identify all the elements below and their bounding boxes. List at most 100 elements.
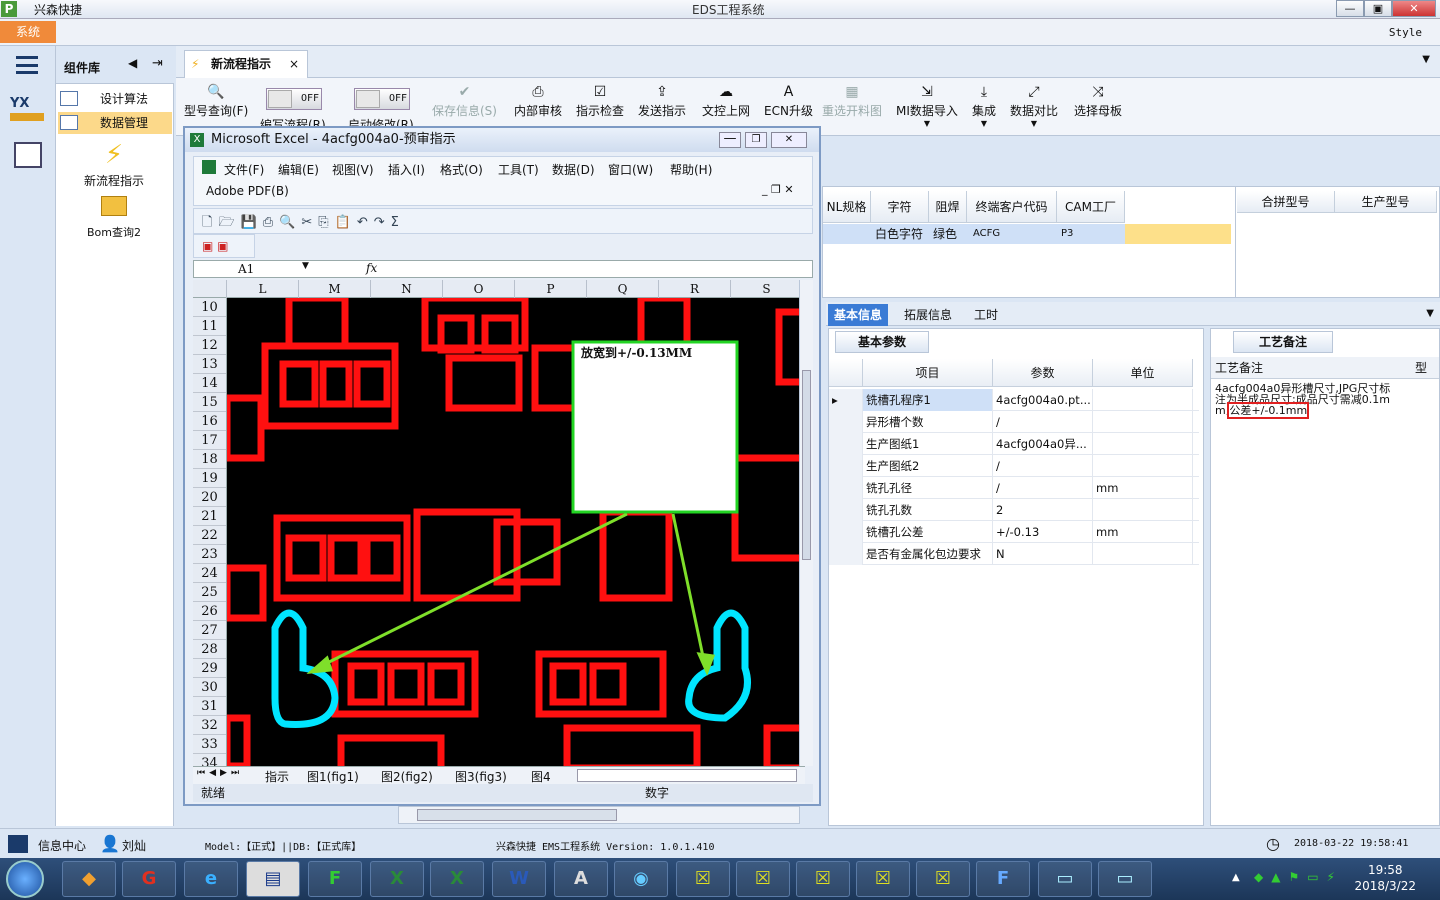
column-header[interactable]: N xyxy=(371,280,443,298)
table-row[interactable]: 铣孔孔数 2 xyxy=(829,499,1199,521)
table-cell-unit[interactable]: mm xyxy=(1093,521,1193,543)
table-cell-item[interactable]: 铣槽孔程序1 xyxy=(863,389,993,411)
save-info-button[interactable]: ✔ 保存信息(S) xyxy=(432,82,497,119)
table-row[interactable]: 生产图纸2/ xyxy=(829,455,1199,477)
sheet-tab[interactable]: 图3(fig3) xyxy=(455,768,507,785)
sheet-tab[interactable]: 图4 xyxy=(531,768,551,785)
select-all-corner[interactable] xyxy=(193,280,227,298)
tabs-dropdown-icon[interactable]: ▼ xyxy=(1426,308,1434,319)
sheet-nav-icons[interactable]: ⏮◀▶⏭ xyxy=(197,768,243,778)
table-cell-item[interactable]: 异形槽个数 xyxy=(863,411,993,433)
tab-new-flow[interactable]: ⚡ 新流程指示 × xyxy=(184,50,308,78)
col-header[interactable]: 终端客户代码 xyxy=(967,191,1057,223)
row-header[interactable]: 17 xyxy=(193,431,226,450)
row-header[interactable]: 22 xyxy=(193,526,226,545)
row-header[interactable]: 10 xyxy=(193,298,226,317)
table-cell-value[interactable]: / xyxy=(993,411,1093,433)
table-row[interactable]: 生产图纸1 4acfg004a0异... xyxy=(829,433,1199,455)
table-cell-unit[interactable] xyxy=(1093,499,1193,521)
sheet-tab[interactable]: 图2(fig2) xyxy=(381,768,433,785)
send-instruction-button[interactable]: ⇪ 发送指示 xyxy=(638,82,686,119)
row-header[interactable]: 24 xyxy=(193,564,226,583)
table-cell-value[interactable]: 2 xyxy=(993,499,1093,521)
row-selector[interactable] xyxy=(829,521,863,543)
row-selector[interactable] xyxy=(829,455,863,477)
column-header[interactable]: S xyxy=(731,280,803,298)
style-menu[interactable]: Style xyxy=(1389,26,1422,39)
table-row[interactable]: 铣孔孔径 / mm xyxy=(829,477,1199,499)
pdf-convert-icon[interactable]: ▣ ▣ xyxy=(202,239,229,253)
hamburger-menu-icon[interactable] xyxy=(16,56,38,74)
row-header[interactable]: 21 xyxy=(193,507,226,526)
excel-vertical-scrollbar[interactable] xyxy=(799,280,813,766)
row-header[interactable]: 34 xyxy=(193,754,226,766)
taskbar-eye-icon[interactable]: ◉ xyxy=(614,861,668,897)
bom-query-shortcut[interactable]: Bom查询2 xyxy=(56,196,172,240)
taskbar-clock[interactable]: 19:58 2018/3/22 xyxy=(1354,862,1416,894)
taskbar-window-icon[interactable]: ☒ xyxy=(736,861,790,897)
menu-file[interactable]: 文件(F) xyxy=(224,161,264,178)
row-header[interactable]: 19 xyxy=(193,469,226,488)
taskbar-window-icon[interactable]: ☒ xyxy=(796,861,850,897)
data-compare-button[interactable]: ⤢ 数据对比 ▼ xyxy=(1010,82,1058,128)
tab-process-note[interactable]: 工艺备注 xyxy=(1233,331,1333,353)
row-selector[interactable]: ▸ xyxy=(829,389,863,411)
menu-adobe-pdf[interactable]: Adobe PDF(B) xyxy=(206,184,289,198)
row-header[interactable]: 29 xyxy=(193,659,226,678)
collapse-left-icon[interactable]: ◀ xyxy=(128,56,137,70)
maximize-button[interactable]: ▣ xyxy=(1364,0,1392,17)
tab-dropdown-icon[interactable]: ▼ xyxy=(1422,54,1430,65)
menu-insert[interactable]: 插入(I) xyxy=(388,161,425,178)
taskbar-ie-icon[interactable]: e xyxy=(184,861,238,897)
excel-horizontal-scrollbar[interactable] xyxy=(577,769,797,782)
table-cell-unit[interactable] xyxy=(1093,455,1193,477)
row-header[interactable]: 30 xyxy=(193,678,226,697)
table-cell-value[interactable]: / xyxy=(993,477,1093,499)
pcb-image[interactable]: 放宽到+/-0.13MM xyxy=(227,298,799,766)
taskbar-excel-icon[interactable]: X xyxy=(370,861,424,897)
tab-close-icon[interactable]: × xyxy=(289,51,299,77)
menu-data[interactable]: 数据(D) xyxy=(552,161,595,178)
taskbar-excel-icon[interactable]: X xyxy=(430,861,484,897)
row-header[interactable]: 16 xyxy=(193,412,226,431)
row-selector[interactable] xyxy=(829,499,863,521)
main-horizontal-scrollbar[interactable] xyxy=(398,806,800,824)
taskbar-window-icon[interactable]: ☒ xyxy=(916,861,970,897)
table-cell-item[interactable]: 铣槽孔公差 xyxy=(863,521,993,543)
tab-extended-info[interactable]: 拓展信息 xyxy=(898,304,958,326)
start-modify-toggle[interactable]: OFF xyxy=(354,88,410,110)
row-selector[interactable] xyxy=(829,411,863,433)
pin-icon[interactable]: ⇥ xyxy=(152,56,163,71)
edit-flow-toggle[interactable]: OFF xyxy=(266,88,322,110)
excel-minimize-button[interactable]: — xyxy=(719,132,741,148)
table-cell-unit[interactable] xyxy=(1093,543,1193,565)
row-selector[interactable] xyxy=(829,477,863,499)
start-button[interactable] xyxy=(6,860,44,898)
system-menu-button[interactable]: 系统 xyxy=(0,21,56,43)
col-header[interactable]: 单位 xyxy=(1093,359,1193,387)
table-cell-value[interactable]: 4acfg004a0异... xyxy=(993,433,1093,455)
grid-app-icon[interactable] xyxy=(8,835,28,853)
row-header[interactable]: 11 xyxy=(193,317,226,336)
row-header[interactable]: 25 xyxy=(193,583,226,602)
menu-edit[interactable]: 编辑(E) xyxy=(278,161,319,178)
row-header[interactable]: 20 xyxy=(193,488,226,507)
row-header[interactable]: 23 xyxy=(193,545,226,564)
table-cell-item[interactable]: 生产图纸1 xyxy=(863,433,993,455)
row-header[interactable]: 31 xyxy=(193,697,226,716)
row-selector[interactable] xyxy=(829,433,863,455)
tree-item-data-management[interactable]: 数据管理 xyxy=(58,112,172,134)
table-cell-item[interactable]: 是否有金属化包边要求 xyxy=(863,543,993,565)
taskbar-f-app-icon[interactable]: F xyxy=(976,861,1030,897)
table-cell-value[interactable]: / xyxy=(993,455,1093,477)
doc-min-icon[interactable]: _ ❐ ✕ xyxy=(762,183,794,196)
dropdown-arrow-icon[interactable]: ▼ xyxy=(972,119,996,128)
row-header[interactable]: 18 xyxy=(193,450,226,469)
menu-format[interactable]: 格式(O) xyxy=(440,161,483,178)
taskbar-photo-icon[interactable]: ▭ xyxy=(1038,861,1092,897)
yx-module-icon[interactable]: YX xyxy=(10,96,44,128)
minimize-button[interactable]: — xyxy=(1336,0,1364,17)
table-cell-value[interactable]: N xyxy=(993,543,1093,565)
taskbar-app-g-icon[interactable]: G xyxy=(122,861,176,897)
col-header[interactable]: 生产型号 xyxy=(1335,191,1437,213)
